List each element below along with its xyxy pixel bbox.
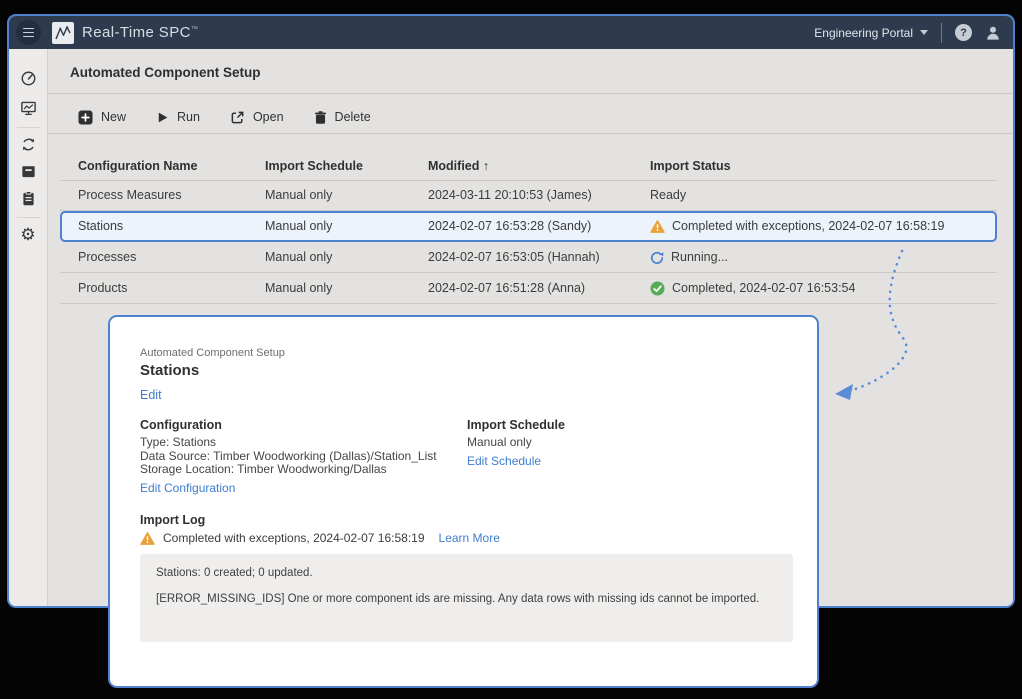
- monitor-chart-icon[interactable]: [19, 99, 37, 117]
- toolbar: New Run Open Delete: [78, 101, 371, 133]
- learn-more-link[interactable]: Learn More: [439, 531, 500, 545]
- import-log-output: Stations: 0 created; 0 updated. [ERROR_M…: [140, 554, 793, 642]
- log-line: Stations: 0 created; 0 updated.: [156, 567, 777, 579]
- row-modified: 2024-02-07 16:53:28 (Sandy): [428, 211, 591, 242]
- column-header-import-status[interactable]: Import Status: [650, 159, 731, 173]
- hamburger-menu-icon[interactable]: [16, 20, 41, 45]
- table-row[interactable]: Products Manual only 2024-02-07 16:51:28…: [48, 273, 1013, 304]
- table-row[interactable]: Process Measures Manual only 2024-03-11 …: [48, 180, 1013, 211]
- row-configuration-name: Process Measures: [78, 180, 182, 211]
- success-check-icon: [650, 281, 665, 296]
- edit-schedule-link[interactable]: Edit Schedule: [467, 454, 541, 468]
- left-sidebar: ⚙: [9, 49, 48, 606]
- detail-panel: Automated Component Setup Stations Edit …: [108, 315, 819, 688]
- row-modified: 2024-03-11 20:10:53 (James): [428, 180, 592, 211]
- screenshot-stage: Real-Time SPC™ Engineering Portal ?: [0, 0, 1022, 699]
- app-logo-icon: [52, 22, 74, 44]
- table-row-selected[interactable]: Stations Manual only 2024-02-07 16:53:28…: [48, 211, 1013, 242]
- row-configuration-name: Stations: [78, 211, 123, 242]
- trademark: ™: [191, 26, 198, 33]
- plus-icon: [78, 110, 93, 125]
- portal-label: Engineering Portal: [814, 26, 913, 40]
- chevron-down-icon: [920, 30, 928, 35]
- settings-gear-icon[interactable]: ⚙: [19, 225, 37, 243]
- warning-icon: [650, 220, 665, 233]
- open-external-icon: [230, 110, 245, 125]
- log-line: [ERROR_MISSING_IDS] One or more componen…: [156, 593, 777, 605]
- edit-configuration-link[interactable]: Edit Configuration: [140, 481, 235, 495]
- configuration-section-label: Configuration: [140, 418, 222, 432]
- row-import-schedule: Manual only: [265, 242, 332, 273]
- column-header-modified[interactable]: Modified ↑: [428, 159, 489, 173]
- import-schedule-value: Manual only: [467, 436, 532, 450]
- row-import-status: Completed with exceptions, 2024-02-07 16…: [672, 211, 944, 242]
- open-button-label: Open: [253, 110, 284, 124]
- sidebar-divider: [17, 127, 40, 128]
- portal-selector[interactable]: Engineering Portal: [814, 26, 928, 40]
- configuration-data-source: Data Source: Timber Woodworking (Dallas)…: [140, 450, 437, 464]
- row-import-status: Running...: [671, 242, 728, 273]
- import-log-status: Completed with exceptions, 2024-02-07 16…: [140, 531, 500, 545]
- clipboard-icon[interactable]: [19, 189, 37, 207]
- divider: [48, 93, 1013, 94]
- edit-link[interactable]: Edit: [140, 388, 162, 402]
- run-button[interactable]: Run: [156, 110, 200, 124]
- sidebar-divider: [17, 217, 40, 218]
- new-button[interactable]: New: [78, 110, 126, 125]
- import-log-section-label: Import Log: [140, 513, 205, 527]
- topbar-divider: [941, 23, 942, 43]
- dashboard-gauge-icon[interactable]: [19, 69, 37, 87]
- top-bar: Real-Time SPC™ Engineering Portal ?: [9, 16, 1013, 49]
- run-button-label: Run: [177, 110, 200, 124]
- configuration-type: Type: Stations: [140, 436, 216, 450]
- brand-title: Real-Time SPC™: [82, 24, 198, 41]
- row-import-schedule: Manual only: [265, 273, 332, 304]
- play-icon: [156, 111, 169, 124]
- row-modified: 2024-02-07 16:53:05 (Hannah): [428, 242, 600, 273]
- delete-button-label: Delete: [335, 110, 371, 124]
- divider: [48, 133, 1013, 134]
- row-import-status: Completed, 2024-02-07 16:53:54: [672, 273, 855, 304]
- delete-button[interactable]: Delete: [314, 110, 371, 125]
- row-configuration-name: Products: [78, 273, 127, 304]
- row-import-status: Ready: [650, 180, 686, 211]
- row-import-schedule: Manual only: [265, 180, 332, 211]
- new-button-label: New: [101, 110, 126, 124]
- row-configuration-name: Processes: [78, 242, 136, 273]
- trash-icon: [314, 110, 327, 125]
- row-import-schedule: Manual only: [265, 211, 332, 242]
- panel-title: Stations: [140, 362, 199, 379]
- open-button[interactable]: Open: [230, 110, 284, 125]
- table-row[interactable]: Processes Manual only 2024-02-07 16:53:0…: [48, 242, 1013, 273]
- import-schedule-section-label: Import Schedule: [467, 418, 565, 432]
- page-title: Automated Component Setup: [70, 65, 261, 80]
- row-modified: 2024-02-07 16:51:28 (Anna): [428, 273, 585, 304]
- configuration-storage-location: Storage Location: Timber Woodworking/Dal…: [140, 463, 387, 477]
- warning-icon: [140, 532, 155, 545]
- help-icon[interactable]: ?: [955, 24, 972, 41]
- column-header-import-schedule[interactable]: Import Schedule: [265, 159, 363, 173]
- user-account-icon[interactable]: [985, 25, 1001, 41]
- column-header-configuration-name[interactable]: Configuration Name: [78, 159, 197, 173]
- sync-icon[interactable]: [19, 135, 37, 153]
- storage-box-icon[interactable]: [19, 162, 37, 180]
- sort-ascending-icon: ↑: [483, 159, 489, 173]
- breadcrumb: Automated Component Setup: [140, 347, 285, 359]
- import-log-status-text: Completed with exceptions, 2024-02-07 16…: [163, 531, 425, 545]
- running-refresh-icon: [650, 251, 664, 265]
